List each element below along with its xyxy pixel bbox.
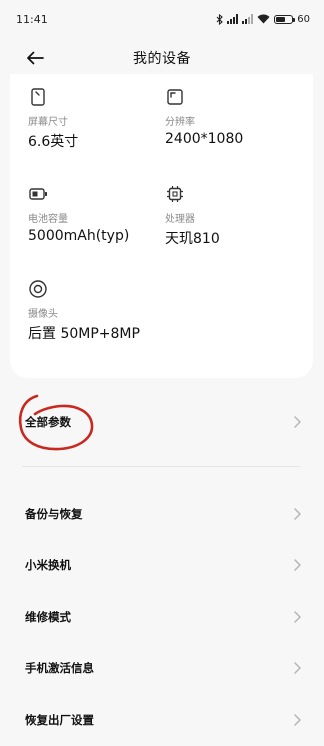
processor-icon <box>167 186 183 202</box>
chevron-right-icon <box>294 611 301 623</box>
chevron-right-icon <box>294 662 301 674</box>
spec-label: 摄像头 <box>28 309 58 320</box>
page-title: 我的设备 <box>133 51 191 67</box>
chevron-right-icon <box>294 559 301 571</box>
spec-value: 6.6英寸 <box>28 134 79 150</box>
status-icons: 60 <box>216 13 310 25</box>
spec-resolution: 分辨率 2400*1080 <box>165 87 243 147</box>
chevron-right-icon <box>294 508 301 520</box>
menu-item-mi-mover[interactable]: 小米换机 <box>0 539 324 591</box>
spec-value: 天玑810 <box>165 231 220 247</box>
spec-value: 后置 50MP+8MP <box>28 326 140 342</box>
chevron-right-icon <box>294 714 301 726</box>
menu-item-backup-restore[interactable]: 备份与恢复 <box>0 488 324 540</box>
battery-text: 60 <box>297 13 310 25</box>
battery-icon <box>274 14 296 24</box>
screen-size-icon <box>31 88 45 106</box>
spec-processor: 处理器 天玑810 <box>165 184 220 248</box>
spec-label: 处理器 <box>165 214 195 225</box>
spec-screen-size: 屏幕尺寸 6.6英寸 <box>28 87 78 151</box>
signal-icon <box>227 14 239 24</box>
wifi-icon <box>257 14 270 24</box>
spec-label: 电池容量 <box>28 214 68 225</box>
battery-level <box>276 16 286 22</box>
back-arrow-icon <box>27 51 44 65</box>
menu-item-label: 维修模式 <box>25 610 71 624</box>
back-button[interactable] <box>20 44 50 72</box>
divider <box>22 466 300 467</box>
signal-icon <box>242 14 254 24</box>
top-bar: 我的设备 <box>0 38 324 78</box>
menu-item-label: 手机激活信息 <box>25 661 94 675</box>
menu-item-factory-reset[interactable]: 恢复出厂设置 <box>0 694 324 746</box>
spec-label: 屏幕尺寸 <box>28 117 68 128</box>
spec-battery-capacity: 电池容量 5000mAh(typ) <box>28 184 129 244</box>
status-time: 11:41 <box>16 12 48 26</box>
spec-value: 5000mAh(typ) <box>28 228 130 244</box>
menu-item-label: 恢复出厂设置 <box>25 713 94 727</box>
all-params-item[interactable]: 全部参数 <box>0 396 324 448</box>
camera-icon <box>29 280 47 298</box>
menu-item-label: 全部参数 <box>25 415 71 429</box>
device-spec-card: 屏幕尺寸 6.6英寸 分辨率 2400*1080 电池容量 5000mAh(ty… <box>10 74 313 378</box>
menu-item-label: 备份与恢复 <box>25 507 83 521</box>
status-bar: 11:41 60 <box>0 0 324 38</box>
resolution-icon <box>167 89 183 105</box>
spec-value: 2400*1080 <box>165 131 244 147</box>
menu-item-activation-info[interactable]: 手机激活信息 <box>0 642 324 694</box>
menu-item-label: 小米换机 <box>25 558 71 572</box>
spec-camera: 摄像头 后置 50MP+8MP <box>28 279 140 343</box>
battery-capacity-icon <box>29 188 47 200</box>
menu-item-repair-mode[interactable]: 维修模式 <box>0 591 324 643</box>
chevron-right-icon <box>294 416 301 428</box>
bluetooth-icon <box>216 13 224 25</box>
spec-label: 分辨率 <box>165 117 195 128</box>
